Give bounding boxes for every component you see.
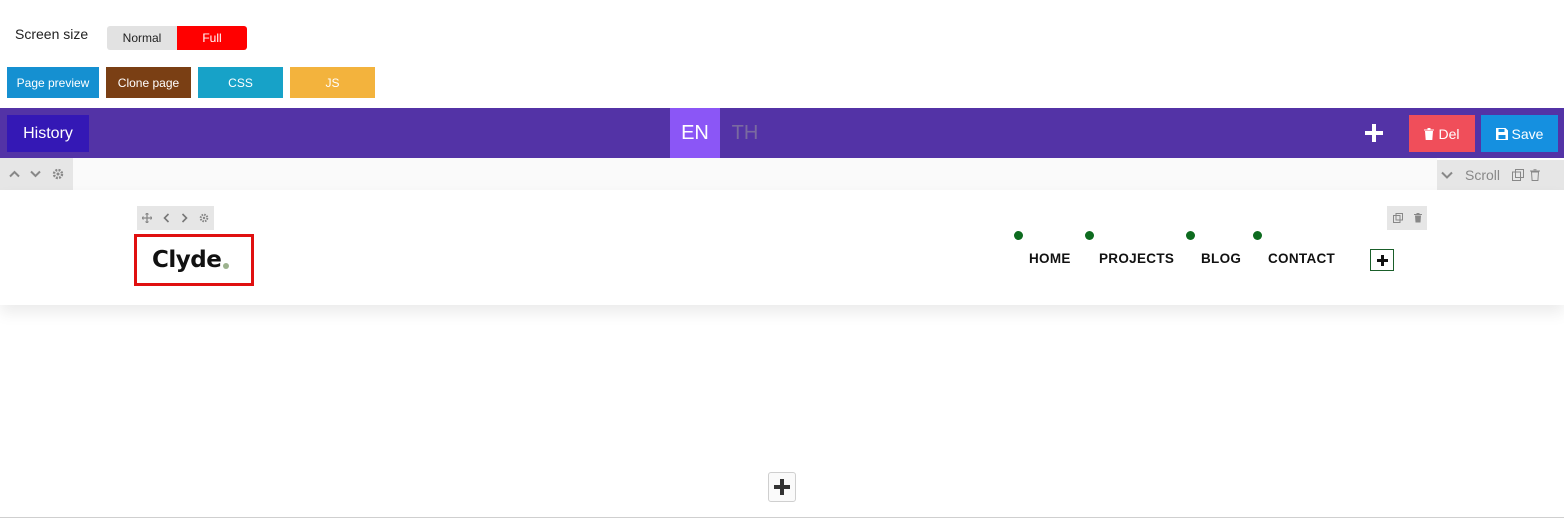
delete-label: Del [1438, 125, 1460, 142]
nav-link-home[interactable]: HOME [1029, 251, 1071, 266]
site-logo[interactable]: Clyde [134, 234, 254, 286]
floppy-disk-icon [1495, 127, 1508, 140]
section-toolbar-right: Scroll [1437, 160, 1564, 190]
trash-icon[interactable] [1413, 213, 1422, 223]
add-section-plus-icon[interactable] [1362, 121, 1386, 145]
chevron-right-icon[interactable] [181, 213, 188, 223]
nav-link-contact[interactable]: CONTACT [1268, 251, 1335, 266]
chevron-down-icon[interactable] [30, 170, 42, 178]
nav-element-toolbar [1387, 206, 1427, 230]
section-toolbar-strip [73, 158, 1437, 190]
nav-item-handle[interactable] [1085, 231, 1094, 240]
screen-size-full-button[interactable]: Full [177, 26, 247, 50]
copy-icon[interactable] [1392, 213, 1403, 223]
divider [0, 517, 1564, 518]
editor-bar [0, 108, 1564, 158]
chevron-up-icon[interactable] [9, 170, 20, 178]
nav-item-handle[interactable] [1186, 231, 1195, 240]
screen-size-label: Screen size [15, 26, 89, 42]
gear-icon[interactable] [52, 168, 64, 180]
save-label: Save [1511, 125, 1544, 142]
clone-page-button[interactable]: Clone page [106, 67, 191, 98]
add-block-button[interactable] [768, 472, 796, 502]
screen-size-normal-button[interactable]: Normal [107, 26, 177, 50]
nav-item-handle[interactable] [1253, 231, 1262, 240]
lang-th-tab[interactable]: TH [720, 108, 770, 158]
nav-link-blog[interactable]: BLOG [1201, 251, 1241, 266]
logo-dot [223, 263, 230, 269]
css-button[interactable]: CSS [198, 67, 283, 98]
js-button[interactable]: JS [290, 67, 375, 98]
chevron-left-icon[interactable] [163, 213, 170, 223]
nav-link-projects[interactable]: PROJECTS [1099, 251, 1174, 266]
scroll-toggle[interactable]: Scroll [1465, 167, 1500, 183]
gear-icon[interactable] [199, 213, 209, 223]
chevron-down-icon[interactable] [1441, 171, 1453, 179]
page-preview-button[interactable]: Page preview [7, 67, 99, 98]
lang-en-tab[interactable]: EN [670, 108, 720, 158]
logo-element-toolbar [137, 206, 214, 230]
add-nav-item-button[interactable] [1370, 249, 1394, 271]
nav-item-handle[interactable] [1014, 231, 1023, 240]
save-button[interactable]: Save [1481, 115, 1558, 152]
trash-icon[interactable] [1530, 169, 1541, 181]
section-toolbar-left [0, 158, 73, 190]
logo-text: Clyde [152, 247, 222, 273]
delete-button[interactable]: Del [1409, 115, 1475, 152]
move-icon[interactable] [142, 213, 153, 223]
history-button[interactable]: History [7, 115, 89, 152]
trash-icon [1424, 127, 1435, 140]
copy-icon[interactable] [1512, 169, 1525, 181]
